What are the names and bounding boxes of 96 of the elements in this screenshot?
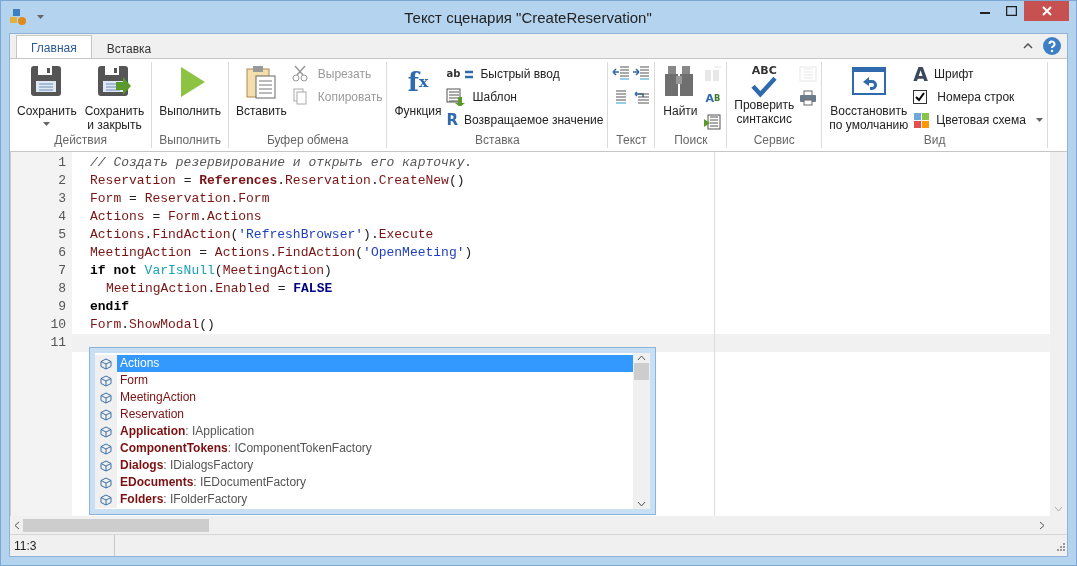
- line-numbers-toggle[interactable]: Номера строк: [913, 87, 1043, 107]
- line-number: 3: [57, 190, 67, 208]
- group-label: Вставка: [474, 132, 521, 148]
- cube-icon: [100, 493, 112, 506]
- cube-icon: [100, 374, 112, 387]
- ribbon-button[interactable]: Найти: [659, 64, 702, 118]
- group-label: Сервис: [752, 132, 796, 148]
- cube-icon: [100, 425, 112, 438]
- close-icon: [1041, 6, 1052, 16]
- cube-icon: [100, 459, 112, 472]
- code-line: Form = Reservation.Form: [90, 190, 270, 208]
- cube-icon: [100, 357, 112, 370]
- group-label: Выполнить: [158, 132, 222, 148]
- dropdown-caret-icon: [1035, 118, 1043, 122]
- return-value-icon: R: [446, 112, 459, 128]
- cube-icon: [100, 442, 112, 455]
- ribbon-button[interactable]: R Возвращаемое значение: [446, 110, 604, 130]
- ribbon-button[interactable]: Сохранить и закрыть: [81, 64, 148, 132]
- line-number: 4: [57, 208, 67, 226]
- line-number: 1: [57, 154, 67, 172]
- ribbon-tab[interactable]: Главная: [16, 35, 92, 59]
- resize-grip-icon: [1055, 540, 1065, 551]
- scrollbar[interactable]: [10, 516, 1067, 534]
- group-label: Действия: [53, 132, 108, 148]
- code-line: Form.ShowModal(): [90, 316, 215, 334]
- scroll-thumb[interactable]: [634, 363, 649, 380]
- group-label: Текст: [615, 132, 648, 148]
- cursor-position: 11:3: [10, 535, 115, 556]
- help-icon: [1043, 37, 1061, 55]
- font-icon: A: [913, 64, 928, 84]
- color-scheme-icon: [913, 111, 931, 129]
- scroll-left-icon: [14, 520, 19, 530]
- autocomplete-item[interactable]: Application: IApplication: [117, 423, 633, 440]
- group-label: Вид: [922, 132, 947, 148]
- scroll-down-icon: [637, 502, 646, 507]
- ribbon-button[interactable]: A Шрифт: [913, 64, 1043, 84]
- scroll-right-icon: [1040, 520, 1045, 530]
- autocomplete-item[interactable]: Dialogs: IDialogsFactory: [117, 457, 633, 474]
- ribbon-button[interactable]: Вставить: [232, 64, 290, 118]
- line-number: 8: [57, 280, 67, 298]
- ribbon-button[interactable]: Сохранить: [14, 64, 80, 126]
- line-number: 5: [57, 226, 67, 244]
- group-label: Буфер обмена: [265, 132, 350, 148]
- ribbon-button[interactable]: Выполнить: [156, 64, 224, 118]
- wrap-lines-icon[interactable]: [632, 90, 651, 106]
- maximize-icon: [1005, 6, 1017, 16]
- print-icon[interactable]: [799, 90, 818, 106]
- ribbon-button[interactable]: Восстановить по умолчанию: [826, 64, 912, 132]
- checkbox[interactable]: [913, 90, 928, 104]
- checkmark-icon: [915, 92, 926, 102]
- scrollbar[interactable]: [633, 353, 650, 509]
- quick-access-caret-icon: [37, 15, 44, 19]
- line-number: 11: [49, 334, 67, 352]
- cube-icon: [100, 408, 112, 421]
- scroll-thumb[interactable]: [23, 518, 209, 532]
- go-to-line-icon[interactable]: [703, 114, 722, 130]
- code-line: Reservation = References.Reservation.CreateNew(): [90, 172, 465, 190]
- ribbon-button[interactable]: Цветовая схема: [913, 110, 1043, 130]
- scrollbar[interactable]: [1050, 152, 1067, 516]
- code-line: Actions = Form.Actions: [90, 208, 262, 226]
- app-icon: [9, 8, 27, 26]
- window-title: Текст сценария "CreateReservation": [403, 8, 653, 26]
- line-number: 2: [57, 172, 67, 190]
- autocomplete-item[interactable]: MeetingAction: [117, 389, 633, 406]
- ribbon-button[interactable]: ab Быстрый ввод: [446, 64, 604, 84]
- line-number: 9: [57, 298, 67, 316]
- group-label: Поиск: [673, 132, 709, 148]
- scroll-up-icon: [637, 355, 646, 360]
- autocomplete-item[interactable]: EDocuments: IEDocumentFactory: [117, 474, 633, 491]
- line-number: 7: [57, 262, 67, 280]
- code-line: Actions.FindAction('RefreshBrowser').Execute: [90, 226, 434, 244]
- ribbon-button[interactable]: ABC Проверить синтаксис: [731, 64, 798, 126]
- code-line: if not VarIsNull(MeetingAction): [90, 262, 332, 280]
- autocomplete-item[interactable]: ComponentTokens: IComponentTokenFactory: [117, 440, 633, 457]
- code-line: // Создать резервирование и открыть его карточку.: [90, 154, 473, 172]
- code-line: MeetingAction = Actions.FindAction('OpenMeeting'): [90, 244, 473, 262]
- line-number: 10: [49, 316, 67, 334]
- ribbon-button[interactable]: Шаблон: [446, 87, 604, 107]
- collapse-ribbon-icon: [1023, 43, 1033, 49]
- quick-input-icon: ab: [446, 69, 461, 79]
- template-icon: [446, 88, 467, 106]
- autocomplete-item[interactable]: Folders: IFolderFactory: [117, 491, 633, 508]
- close-button[interactable]: [1024, 1, 1069, 21]
- ribbon-tab[interactable]: Вставка: [91, 37, 167, 59]
- autocomplete-item[interactable]: Form: [117, 372, 633, 389]
- autocomplete-item[interactable]: Reservation: [117, 406, 633, 423]
- code-line: endif: [90, 298, 129, 316]
- outdent-icon[interactable]: [612, 66, 631, 82]
- cube-icon: [100, 391, 112, 404]
- indent-icon[interactable]: [632, 66, 651, 82]
- line-number: 6: [57, 244, 67, 262]
- cube-icon: [100, 476, 112, 489]
- dropdown-caret-icon: [43, 122, 51, 126]
- abc-label: ABC: [751, 64, 777, 76]
- code-line: MeetingAction.Enabled = FALSE: [106, 280, 333, 298]
- scroll-down-icon: [1054, 507, 1063, 512]
